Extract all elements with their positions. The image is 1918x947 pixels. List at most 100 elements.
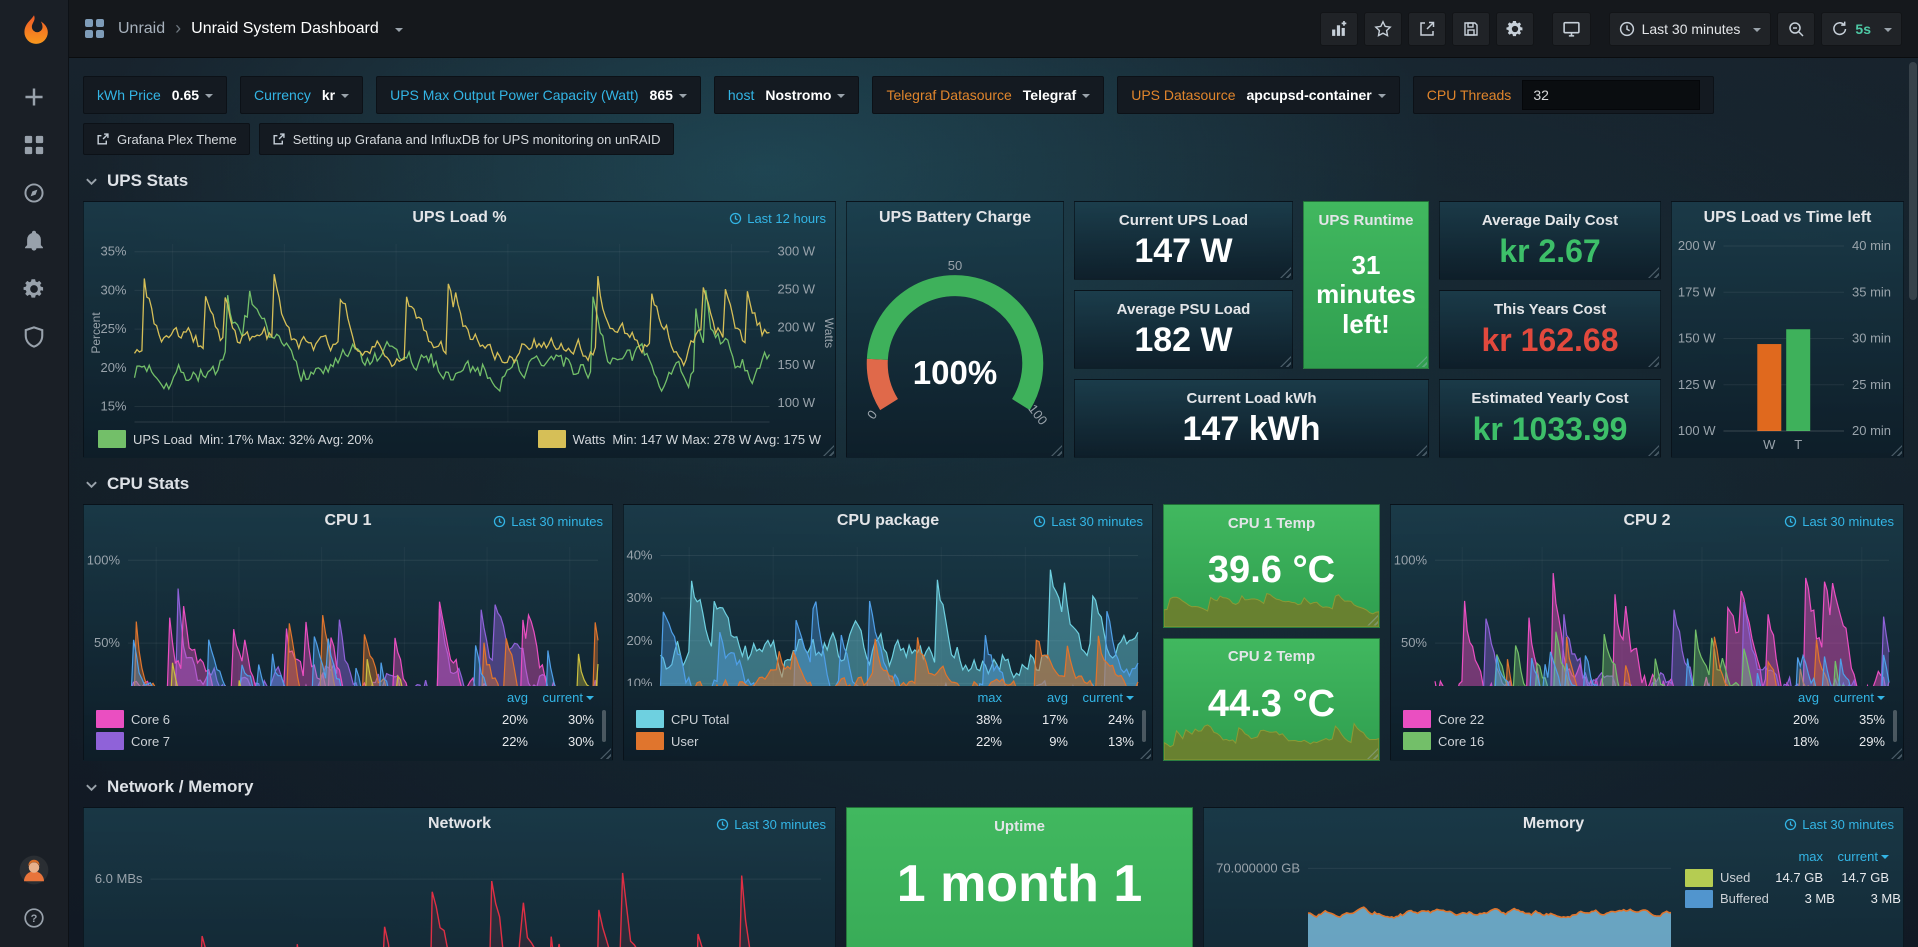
dashboard-link-setting-up-grafana-and-influxd[interactable]: Setting up Grafana and InfluxDB for UPS … <box>259 123 674 155</box>
legend-sort-current[interactable]: current <box>1823 849 1889 864</box>
variable-value-ups-datasource[interactable]: apcupsd-container <box>1247 87 1386 103</box>
scrollbar-thumb[interactable] <box>1909 62 1917 300</box>
panel-title[interactable]: UPS Battery Charge <box>879 209 1031 227</box>
section-network-memory[interactable]: Network / Memory <box>85 777 1904 797</box>
sidebar-nav <box>23 86 45 348</box>
legend-series-user[interactable]: User <box>636 732 936 750</box>
panel-time-range[interactable]: Last 30 minutes <box>1784 514 1894 529</box>
svg-text:?: ? <box>31 913 38 925</box>
svg-text:20 min: 20 min <box>1852 423 1891 438</box>
variable-value-kwh-price[interactable]: 0.65 <box>172 87 213 103</box>
legend-series-buffered[interactable]: Buffered <box>1685 890 1769 908</box>
legend-value: 29% <box>1819 734 1885 749</box>
svg-text:14:00: 14:00 <box>380 428 413 430</box>
legend-sort-avg[interactable]: avg <box>1753 690 1819 705</box>
svg-text:Watts: Watts <box>822 318 835 348</box>
share-button[interactable] <box>1408 12 1446 46</box>
panel-uptime: Uptime 1 month 1 <box>846 807 1193 947</box>
panel-title[interactable]: UPS Load vs Time left <box>1704 209 1872 227</box>
cycle-view-button[interactable] <box>1552 12 1591 46</box>
variable-value-ups-max-output-power-capacity-watt[interactable]: 865 <box>650 87 687 103</box>
panel-title[interactable]: CPU 1 <box>324 512 371 530</box>
stat-title: Uptime <box>847 808 1192 838</box>
cpu-package-chart[interactable]: 0%10%20%30%40%19:5019:5520:0020:0520:102… <box>624 537 1152 686</box>
title-caret-icon[interactable] <box>395 28 403 36</box>
legend-row: CPU Total38%17%24% <box>636 708 1134 730</box>
panel-title[interactable]: Memory <box>1523 815 1584 833</box>
variable-value-currency[interactable]: kr <box>322 87 349 103</box>
section-ups-stats[interactable]: UPS Stats <box>85 171 1904 191</box>
star-button[interactable] <box>1364 12 1402 46</box>
panel-time-range[interactable]: Last 30 minutes <box>1784 817 1894 832</box>
panel-time-range[interactable]: Last 30 minutes <box>493 514 603 529</box>
legend-sort-current[interactable]: current <box>1068 690 1134 705</box>
series-color-dash <box>1403 710 1431 728</box>
legend-row: Core 2220%35% <box>1403 708 1885 730</box>
legend-sort-avg[interactable]: avg <box>1002 690 1068 705</box>
legend-series-used[interactable]: Used <box>1685 869 1757 887</box>
cpu2-chart[interactable]: 0%50%100%19:5019:5520:0020:0520:1020:15 <box>1391 537 1903 686</box>
breadcrumb-app[interactable]: Unraid <box>118 20 165 38</box>
battery-gauge[interactable]: 100% 050100 <box>847 234 1063 457</box>
legend-series-core-22[interactable]: Core 22 <box>1403 710 1753 728</box>
panel-time-range[interactable]: Last 12 hours <box>729 211 826 226</box>
legend-sort-max[interactable]: max <box>936 690 1002 705</box>
dashboard-link-grafana-plex-theme[interactable]: Grafana Plex Theme <box>83 123 250 155</box>
legend-sort-avg[interactable]: avg <box>462 690 528 705</box>
legend-series-cpu-total[interactable]: CPU Total <box>636 710 936 728</box>
help-button[interactable]: ? <box>23 907 45 929</box>
cpu1-chart[interactable]: 0%50%100%19:5019:5520:0020:0520:1020:15 <box>84 537 612 686</box>
legend-series-core-16[interactable]: Core 16 <box>1403 732 1753 750</box>
clock-icon <box>1033 515 1046 528</box>
panel-title[interactable]: UPS Load % <box>412 209 506 227</box>
panel-network: Network Last 30 minutes 2.0 MBs4.0 MBs6.… <box>83 807 836 947</box>
legend-scrollbar[interactable] <box>1893 710 1897 742</box>
variable-value-host[interactable]: Nostromo <box>765 87 845 103</box>
refresh-button[interactable]: 5s <box>1821 12 1902 46</box>
zoom-out-button[interactable] <box>1777 12 1815 46</box>
links-row: Grafana Plex Theme Setting up Grafana and… <box>83 123 1904 155</box>
legend-sort-current[interactable]: current <box>528 690 594 705</box>
panel-time-range[interactable]: Last 30 minutes <box>1033 514 1143 529</box>
series-color-dash <box>98 430 126 448</box>
section-cpu-stats[interactable]: CPU Stats <box>85 474 1904 494</box>
legend-series-core-6[interactable]: Core 6 <box>96 710 462 728</box>
variable-value-telegraf-datasource[interactable]: Telegraf <box>1023 87 1090 103</box>
svg-text:20%: 20% <box>626 633 652 648</box>
sidebar-item-explore[interactable] <box>23 182 45 204</box>
sidebar-item-dashboards[interactable] <box>23 134 45 156</box>
network-chart[interactable]: 2.0 MBs4.0 MBs6.0 MBs <box>84 840 835 947</box>
panel-title[interactable]: CPU package <box>837 512 939 530</box>
legend-series-core-7[interactable]: Core 7 <box>96 732 462 750</box>
legend-sort-current[interactable]: current <box>1819 690 1885 705</box>
sidebar-item-configuration[interactable] <box>23 278 45 300</box>
save-button[interactable] <box>1452 12 1490 46</box>
panel-title[interactable]: Network <box>428 815 491 833</box>
legend-series-ups-load[interactable]: UPS LoadMin: 17% Max: 32% Avg: 20% <box>98 430 373 448</box>
grafana-logo[interactable] <box>0 0 68 58</box>
page-scrollbar[interactable] <box>1908 58 1918 947</box>
svg-text:6.0 MBs: 6.0 MBs <box>95 871 143 886</box>
time-range-button[interactable]: Last 30 minutes <box>1609 12 1772 46</box>
dashboard-title[interactable]: Unraid System Dashboard <box>191 20 379 38</box>
sidebar-item-alerting[interactable] <box>23 230 45 252</box>
variable-input-cpu-threads[interactable] <box>1522 80 1700 110</box>
stat-value: kr 2.67 <box>1440 232 1660 279</box>
legend-sort-max[interactable]: max <box>1757 849 1823 864</box>
add-panel-button[interactable] <box>1320 12 1358 46</box>
svg-text:70.000000 GB: 70.000000 GB <box>1216 860 1300 875</box>
panel-time-range[interactable]: Last 30 minutes <box>716 817 826 832</box>
ups-load-chart[interactable]: 15%20%25%30%35%100 W150 W200 W250 W300 W… <box>84 234 835 430</box>
sidebar-item-server-admin[interactable] <box>23 326 45 348</box>
legend-series-watts[interactable]: WattsMin: 147 W Max: 278 W Avg: 175 W <box>538 430 821 448</box>
ups-vs-time-chart[interactable]: 100 W125 W150 W175 W200 W20 min25 min30 … <box>1672 234 1903 457</box>
memory-chart[interactable]: 50.000000 GB60.000000 GB70.000000 GB <box>1204 840 1685 947</box>
svg-text:40 min: 40 min <box>1852 238 1891 253</box>
legend-scrollbar[interactable] <box>1142 710 1146 742</box>
sidebar-item-create[interactable] <box>23 86 45 108</box>
panel-title[interactable]: CPU 2 <box>1623 512 1670 530</box>
user-avatar[interactable] <box>19 855 49 885</box>
legend-value: 24% <box>1068 712 1134 727</box>
legend-scrollbar[interactable] <box>602 710 606 742</box>
dashboard-settings-button[interactable] <box>1496 12 1534 46</box>
